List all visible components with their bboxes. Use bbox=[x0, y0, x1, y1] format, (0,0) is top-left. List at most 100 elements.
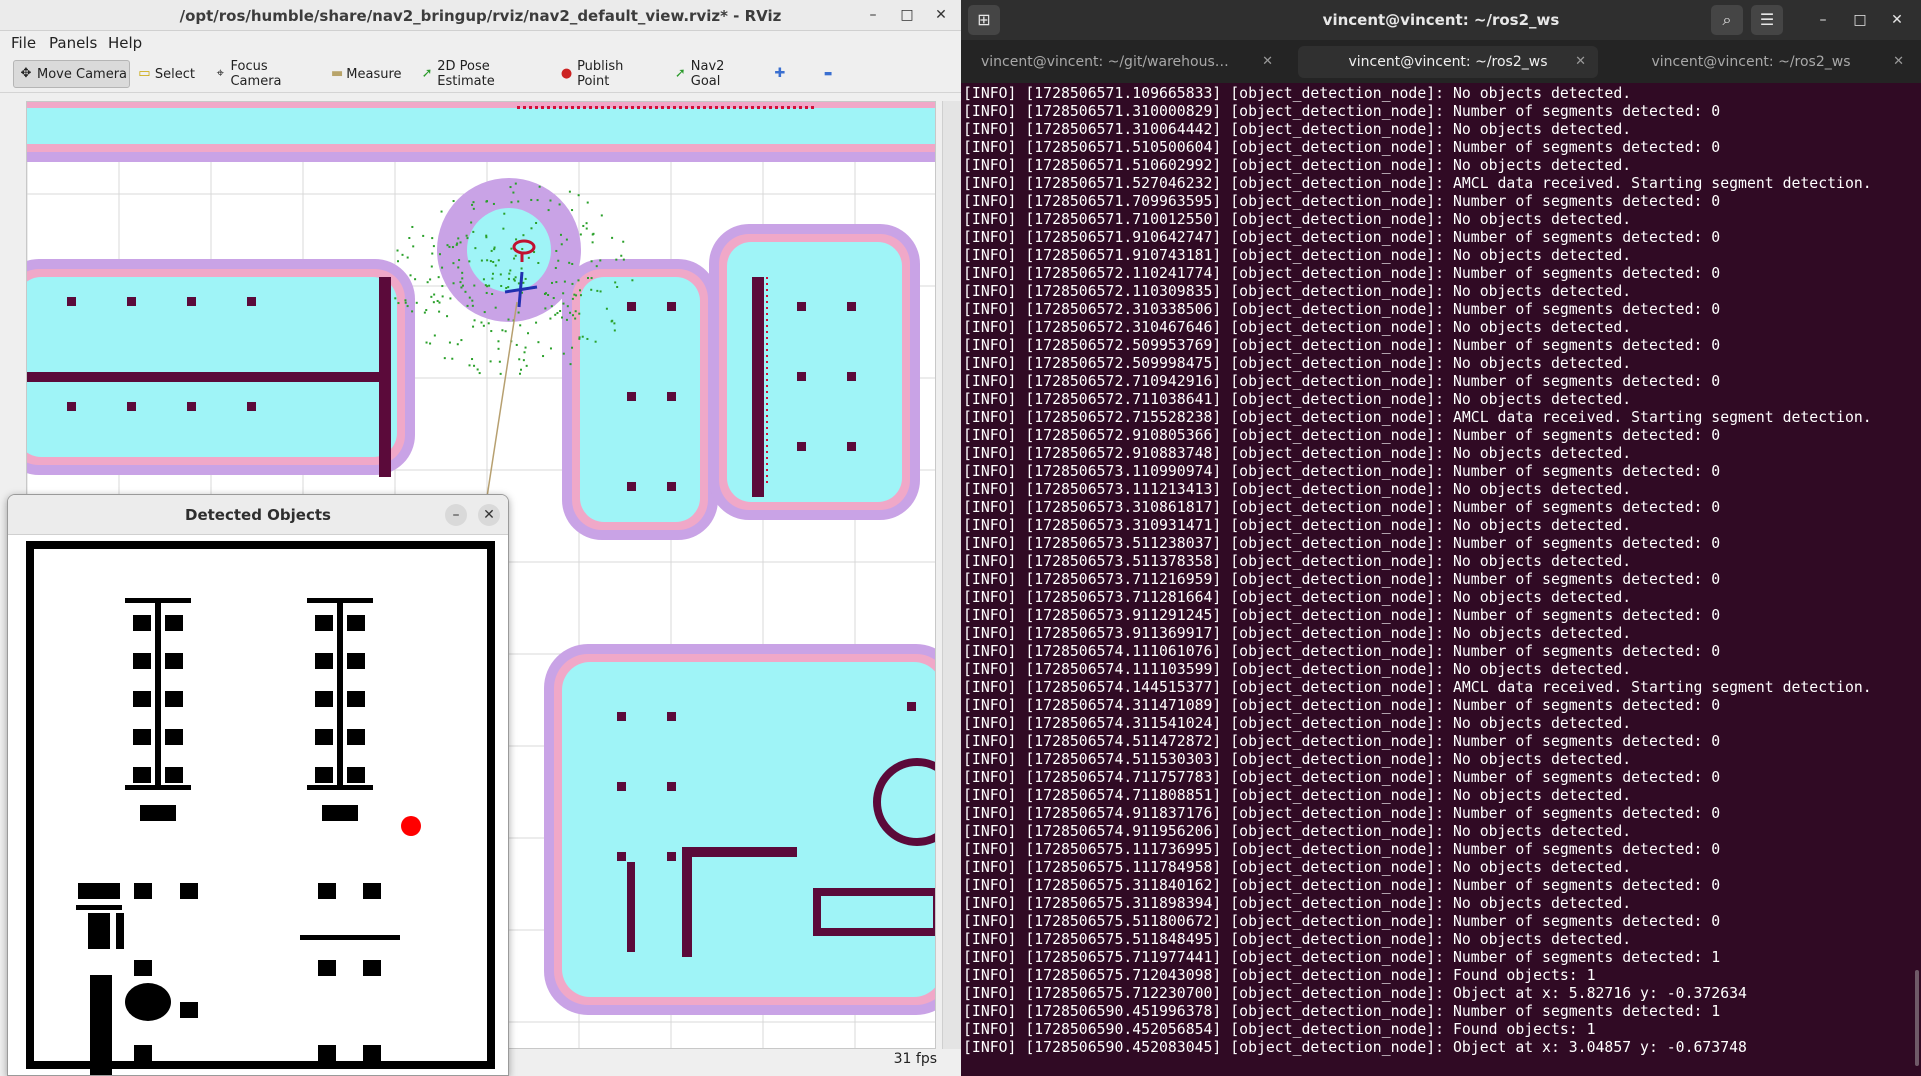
log-line: [INFO] [1728506574.911837176] [object_de… bbox=[963, 805, 1721, 822]
close-icon[interactable]: ✕ bbox=[1885, 8, 1909, 32]
amcl-particle bbox=[571, 346, 574, 349]
add-tool-button[interactable]: ✚ bbox=[768, 60, 792, 88]
terminal-tab[interactable]: vincent@vincent: ~/ros2_ws ✕ bbox=[1626, 46, 1916, 78]
scan-point bbox=[766, 385, 768, 387]
scan-point bbox=[766, 481, 768, 483]
amcl-particle bbox=[452, 282, 455, 285]
menu-file[interactable]: File bbox=[11, 34, 36, 52]
amcl-particle bbox=[493, 246, 496, 249]
tool-label: Measure bbox=[346, 66, 402, 82]
close-tab-icon[interactable]: ✕ bbox=[1262, 46, 1273, 78]
add-tool-icon: ✚ bbox=[774, 66, 786, 81]
amcl-particle bbox=[422, 234, 425, 237]
log-line: [INFO] [1728506572.910805366] [object_de… bbox=[963, 427, 1721, 444]
wall bbox=[627, 862, 635, 952]
scan-point bbox=[766, 457, 768, 459]
amcl-particle bbox=[596, 289, 599, 292]
amcl-particle bbox=[440, 210, 443, 213]
shelf-cell bbox=[315, 615, 333, 631]
menu-help[interactable]: Help bbox=[108, 34, 142, 52]
amcl-particle bbox=[437, 276, 440, 279]
terminal-window: ⊞ vincent@vincent: ~/ros2_ws ⌕ ☰ – □ ✕ v… bbox=[961, 0, 1921, 1076]
amcl-particle bbox=[559, 233, 562, 236]
amcl-particle bbox=[552, 297, 555, 300]
tool-nav2-goal[interactable]: ➚ Nav2 Goal bbox=[669, 59, 753, 89]
terminal-scrollbar[interactable] bbox=[1915, 970, 1919, 1066]
tool-label: Nav2 Goal bbox=[690, 59, 725, 89]
amcl-particle bbox=[482, 324, 485, 327]
scan-point bbox=[766, 403, 768, 405]
rviz-menu-bar: File Panels Help bbox=[0, 31, 961, 55]
amcl-particle bbox=[394, 297, 397, 300]
amcl-particle bbox=[457, 237, 460, 240]
menu-panels[interactable]: Panels bbox=[49, 34, 97, 52]
maximize-icon[interactable]: □ bbox=[1848, 8, 1872, 32]
amcl-particle bbox=[480, 321, 483, 324]
scan-point bbox=[769, 106, 772, 109]
scan-point bbox=[766, 367, 768, 369]
amcl-particle bbox=[458, 259, 461, 262]
scan-point bbox=[583, 106, 586, 109]
amcl-particle bbox=[461, 277, 464, 280]
amcl-particle bbox=[571, 209, 574, 212]
close-icon[interactable]: ✕ bbox=[478, 504, 500, 526]
amcl-particle bbox=[497, 259, 500, 262]
amcl-particle bbox=[476, 368, 479, 371]
log-line: [INFO] [1728506571.709963595] [object_de… bbox=[963, 193, 1721, 210]
amcl-particle bbox=[510, 247, 513, 250]
obstacle-cell bbox=[363, 1045, 381, 1061]
obstacle-cell bbox=[134, 960, 152, 976]
scan-point bbox=[766, 313, 768, 315]
shelf-cell bbox=[315, 767, 333, 783]
scan-point bbox=[766, 439, 768, 441]
amcl-particle bbox=[586, 277, 589, 280]
scan-point bbox=[625, 106, 628, 109]
tool-label: Publish Point bbox=[577, 59, 624, 89]
hamburger-menu-icon[interactable]: ☰ bbox=[1751, 5, 1783, 35]
scan-point bbox=[766, 331, 768, 333]
amcl-particle bbox=[524, 346, 527, 349]
close-tab-icon[interactable]: ✕ bbox=[1575, 46, 1586, 78]
amcl-particle bbox=[485, 200, 488, 203]
amcl-particle bbox=[497, 347, 500, 350]
scan-point bbox=[655, 106, 658, 109]
log-line: [INFO] [1728506571.710012550] [object_de… bbox=[963, 211, 1632, 228]
tool-publish-point[interactable]: ● Publish Point bbox=[555, 59, 655, 89]
shelf-bar bbox=[307, 785, 373, 790]
scan-point bbox=[787, 106, 790, 109]
terminal-tab[interactable]: vincent@vincent: ~/git/warehous… ✕ bbox=[981, 46, 1281, 78]
amcl-particle bbox=[520, 267, 523, 270]
shelf-cell bbox=[347, 615, 365, 631]
obstacle-cell bbox=[667, 712, 676, 721]
amcl-particle bbox=[563, 280, 566, 283]
search-icon[interactable]: ⌕ bbox=[1711, 5, 1743, 35]
amcl-particle bbox=[613, 322, 616, 325]
tool-2d-pose-estimate[interactable]: ➚ 2D Pose Estimate bbox=[416, 59, 539, 89]
tool-select[interactable]: ▭ Select bbox=[133, 60, 195, 88]
amcl-particle bbox=[466, 237, 469, 240]
amcl-particle bbox=[397, 302, 400, 305]
remove-tool-button[interactable]: ▬ bbox=[816, 60, 840, 88]
amcl-particle bbox=[429, 278, 432, 281]
maximize-icon[interactable]: □ bbox=[896, 4, 918, 26]
tool-focus-camera[interactable]: ⌖ Focus Camera bbox=[209, 59, 314, 89]
minimize-icon[interactable]: – bbox=[862, 4, 884, 26]
tool-move-camera[interactable]: ✥ Move Camera bbox=[13, 60, 130, 88]
scan-point bbox=[745, 106, 748, 109]
amcl-particle bbox=[566, 305, 569, 308]
scan-point bbox=[766, 379, 768, 381]
amcl-particle bbox=[585, 227, 588, 230]
close-icon[interactable]: ✕ bbox=[930, 4, 952, 26]
scan-point bbox=[763, 106, 766, 109]
shelf-spine bbox=[155, 598, 161, 788]
panel-splitter[interactable] bbox=[942, 101, 961, 1049]
costmap-inner bbox=[580, 277, 700, 522]
tool-measure[interactable]: ▬ Measure bbox=[327, 60, 402, 88]
minimize-icon[interactable]: – bbox=[445, 504, 467, 526]
terminal-output[interactable]: [INFO] [1728506571.109665833] [object_de… bbox=[963, 85, 1918, 1057]
amcl-particle bbox=[585, 222, 588, 225]
close-tab-icon[interactable]: ✕ bbox=[1893, 46, 1904, 78]
minimize-icon[interactable]: – bbox=[1811, 8, 1835, 32]
nav2-goal-icon: ➚ bbox=[674, 66, 686, 81]
terminal-tab-active[interactable]: vincent@vincent: ~/ros2_ws ✕ bbox=[1298, 46, 1598, 78]
